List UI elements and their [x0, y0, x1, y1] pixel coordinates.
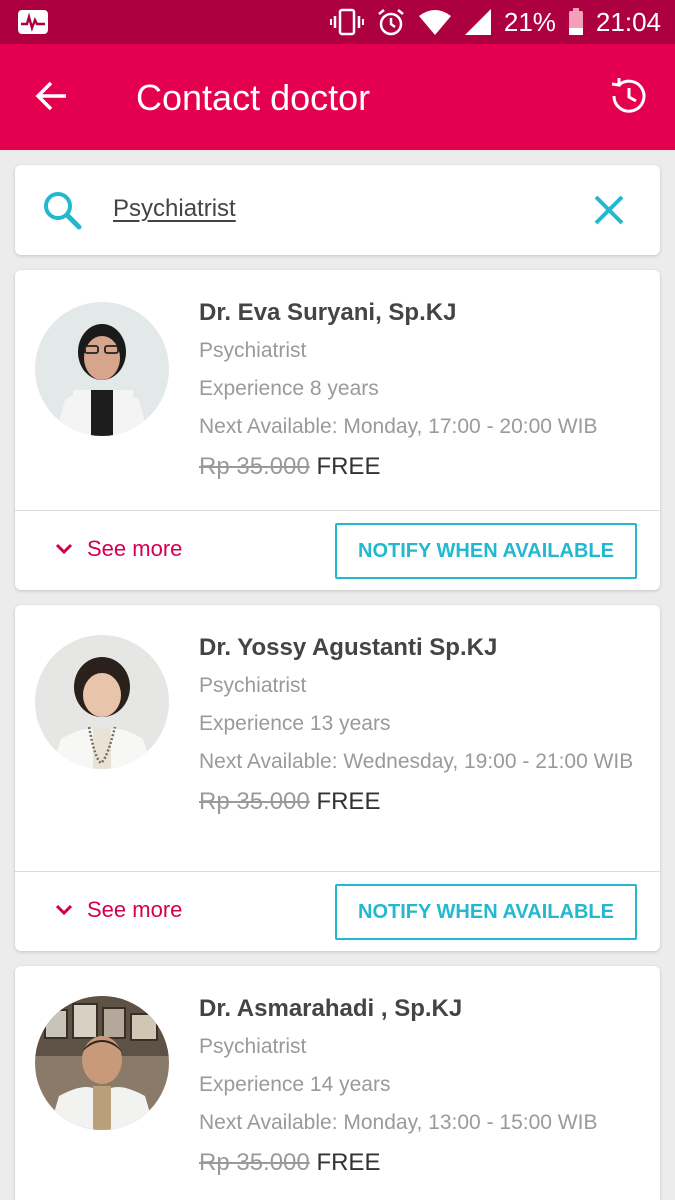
doctor-avatar [35, 996, 169, 1130]
doctor-price: Rp 35.000 FREE [199, 1148, 639, 1178]
see-more-button[interactable]: See more [55, 897, 182, 923]
notify-button[interactable]: NOTIFY WHEN AVAILABLE [335, 523, 637, 579]
current-price: FREE [316, 1149, 381, 1176]
doctor-card[interactable]: Dr. Yossy Agustanti Sp.KJ Psychiatrist E… [15, 605, 660, 951]
doctor-name: Dr. Yossy Agustanti Sp.KJ [199, 634, 498, 661]
see-more-button[interactable]: See more [55, 536, 182, 562]
arrow-back-icon[interactable] [32, 76, 72, 116]
doctor-avatar [35, 635, 169, 769]
doctor-price: Rp 35.000 FREE [199, 787, 639, 817]
doctor-specialty: Psychiatrist [199, 1035, 307, 1058]
doctor-next-available: Next Available: Monday, 17:00 - 20:00 WI… [199, 415, 598, 438]
doctor-card[interactable]: Dr. Eva Suryani, Sp.KJ Psychiatrist Expe… [15, 270, 660, 590]
doctor-specialty: Psychiatrist [199, 339, 307, 362]
clock: 21:04 [595, 6, 661, 37]
signal-icon [464, 8, 492, 36]
doctor-name: Dr. Eva Suryani, Sp.KJ [199, 299, 457, 326]
notify-button[interactable]: NOTIFY WHEN AVAILABLE [335, 884, 637, 940]
doctor-price: Rp 35.000 FREE [199, 452, 639, 482]
card-footer: See more NOTIFY WHEN AVAILABLE [15, 871, 660, 951]
doctor-next-available: Next Available: Wednesday, 19:00 - 21:00… [199, 750, 634, 773]
history-icon[interactable] [607, 74, 651, 118]
card-footer: See more NOTIFY WHEN AVAILABLE [15, 510, 660, 590]
doctor-card[interactable]: Dr. Asmarahadi , Sp.KJ Psychiatrist Expe… [15, 966, 660, 1200]
current-price: FREE [316, 788, 381, 815]
vibrate-icon [329, 8, 364, 36]
see-more-label: See more [87, 897, 183, 922]
battery-icon [568, 8, 584, 36]
chevron-down-icon [55, 904, 73, 916]
old-price: Rp 35.000 [199, 453, 310, 480]
chevron-down-icon [55, 543, 73, 555]
wifi-icon [418, 8, 452, 36]
doctor-specialty: Psychiatrist [199, 674, 307, 697]
current-price: FREE [316, 453, 381, 480]
old-price: Rp 35.000 [199, 788, 310, 815]
search-icon[interactable] [41, 189, 83, 231]
battery-percent: 21% [503, 6, 556, 37]
doctor-avatar [35, 302, 169, 436]
app-bar: Contact doctor [0, 44, 675, 150]
alarm-icon [376, 7, 406, 37]
doctor-experience: Experience 13 years [199, 712, 391, 735]
pulse-app-icon [18, 10, 48, 34]
doctor-experience: Experience 14 years [199, 1073, 391, 1096]
old-price: Rp 35.000 [199, 1149, 310, 1176]
page-title: Contact doctor [136, 77, 371, 118]
search-input[interactable]: Psychiatrist [113, 195, 236, 223]
doctor-next-available: Next Available: Monday, 13:00 - 15:00 WI… [199, 1111, 598, 1134]
see-more-label: See more [87, 536, 183, 561]
doctor-experience: Experience 8 years [199, 377, 379, 400]
doctor-name: Dr. Asmarahadi , Sp.KJ [199, 995, 463, 1022]
status-bar: 21% 21:04 [0, 0, 675, 44]
close-icon[interactable] [592, 193, 626, 227]
search-bar: Psychiatrist [15, 165, 660, 255]
